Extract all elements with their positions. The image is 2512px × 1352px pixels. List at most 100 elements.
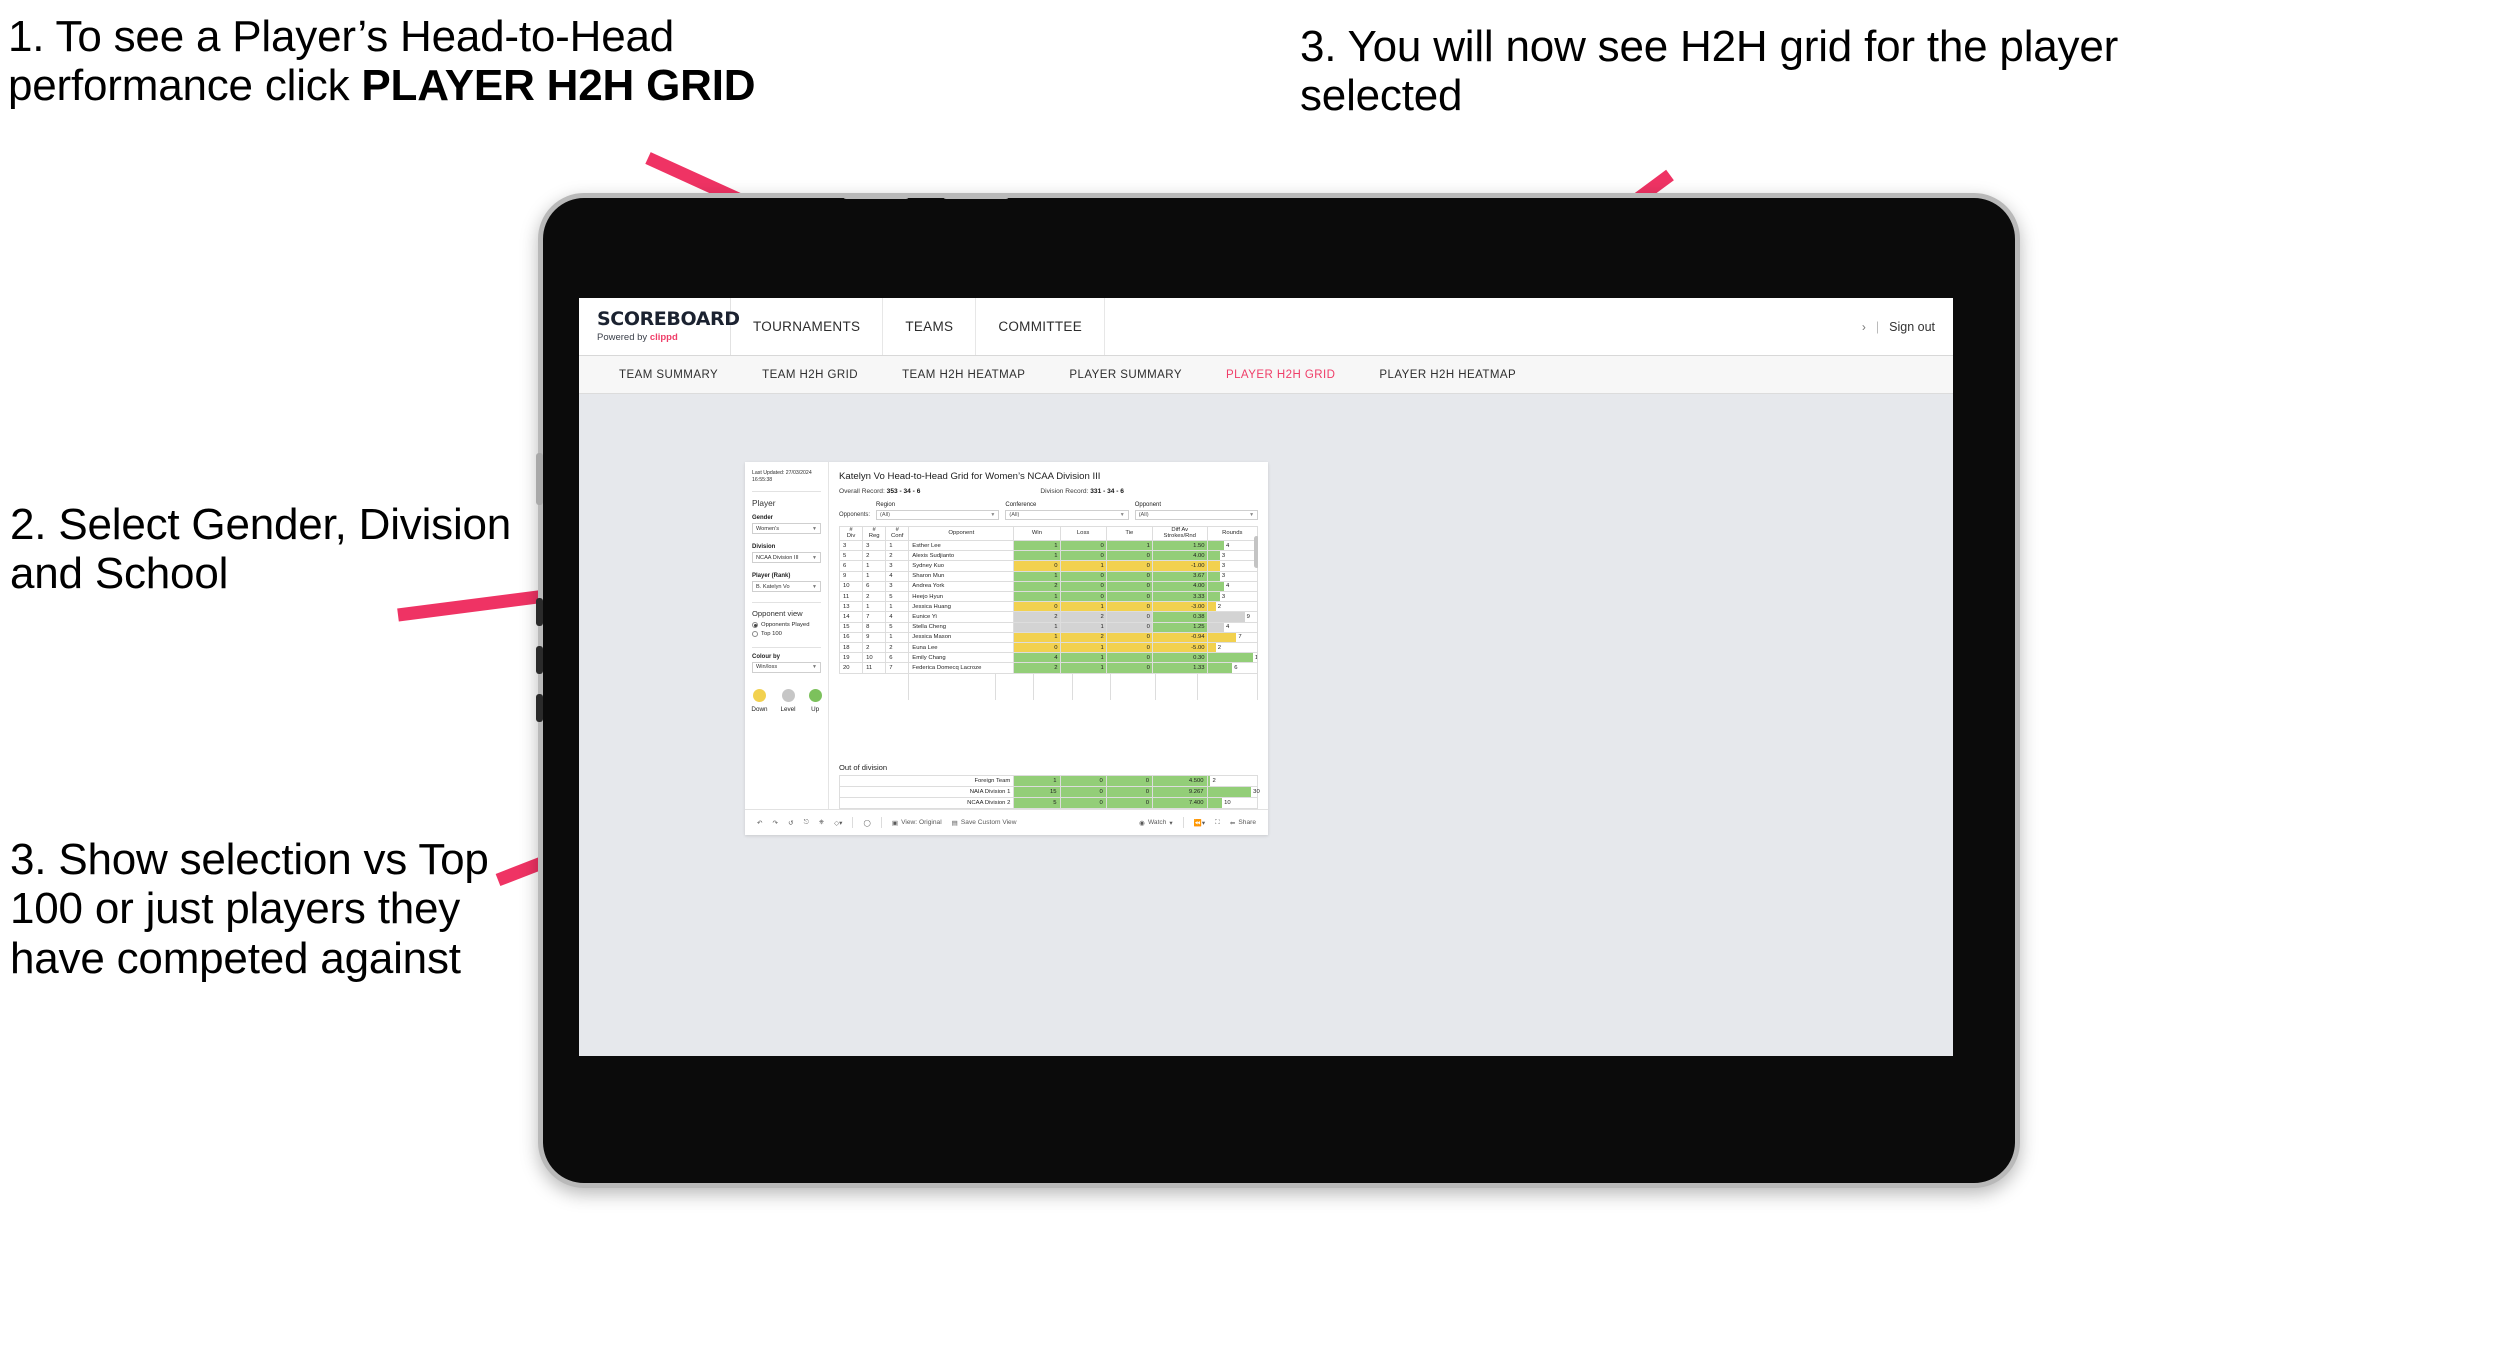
cell-reg: 9	[862, 631, 887, 643]
conference-filter-dropdown[interactable]: (All) ▼	[1005, 509, 1129, 520]
device-volume-down-button	[536, 646, 543, 674]
cell-conf: 2	[885, 550, 910, 562]
cell-win: 0	[1013, 601, 1061, 613]
table-vertical-scrollbar[interactable]	[1254, 535, 1258, 568]
save-custom-view-button[interactable]: ▤ Save Custom View	[952, 819, 1017, 827]
cell-div: 5	[839, 550, 864, 562]
chevron-right-icon[interactable]: ›	[1862, 320, 1866, 334]
cell-rounds: 9	[1206, 611, 1258, 623]
tab-team-h2h-grid[interactable]: TEAM H2H GRID	[740, 356, 880, 393]
radio-top-100[interactable]: Top 100	[752, 630, 821, 637]
rounds-value: 3	[1221, 573, 1226, 580]
toolbar-separator-2	[880, 817, 882, 828]
radio-opponents-played[interactable]: Opponents Played	[752, 622, 821, 629]
grid-pane: Katelyn Vo Head-to-Head Grid for Women’s…	[829, 462, 1268, 809]
table-row[interactable]: 13 1 1 Jessica Huang 0 1 0 -3.00 2	[839, 601, 1258, 613]
brand-tagline: Powered by clippd	[597, 332, 730, 343]
cell-div: 6	[839, 560, 864, 572]
download-icon[interactable]: ⏪▾	[1194, 819, 1206, 827]
watch-icon: ◉	[1139, 819, 1145, 827]
cell-rounds: 3	[1206, 550, 1258, 562]
empty-col-5	[1156, 673, 1198, 700]
cell-tie: 0	[1105, 621, 1153, 633]
app-header: SCOREBOARD Powered by clippd TOURNAMENTS…	[579, 298, 1953, 356]
cell-diff: 3.67	[1151, 570, 1208, 582]
out-of-division-row[interactable]: Foreign Team 1 0 0 4.500 2	[838, 775, 1259, 787]
view-original-button[interactable]: ▣ View: Original	[892, 819, 942, 827]
out-of-division-table-body: Foreign Team 1 0 0 4.500 2 NAIA Division 1 15 0 0…	[838, 775, 1260, 809]
table-row[interactable]: 19106Emily Chang4100.3011	[839, 652, 1258, 664]
brand-logo[interactable]: SCOREBOARD Powered by clippd	[579, 298, 740, 355]
cell-div: 3	[839, 540, 864, 552]
opponent-filters: Opponents: Region (All) ▼ Conference (Al…	[839, 502, 1259, 520]
primary-nav: TOURNAMENTS TEAMS COMMITTEE	[731, 298, 1106, 355]
h2h-col-header-8: Rounds	[1206, 525, 1258, 542]
cell-rounds: 3	[1206, 570, 1258, 582]
cell-diff: 0.30	[1151, 652, 1208, 664]
table-row[interactable]: 6 1 3 Sydney Kuo 0 1 0 -1.00 3	[839, 560, 1258, 572]
revert-icon[interactable]: ↺	[788, 819, 794, 827]
table-row[interactable]: 20 11 7 Federica Domecq Lacroze 2 1 0 1.33 6	[839, 662, 1258, 674]
empty-col-0	[909, 673, 997, 700]
ood-cell-diff: 4.500	[1151, 775, 1208, 787]
colour-by-dropdown[interactable]: Win/loss ▼	[752, 661, 821, 673]
table-row[interactable]: 10 6 3 Andrea York 2 0 0 4.00 4	[839, 580, 1258, 593]
cell-tie: 0	[1105, 590, 1153, 603]
rounds-bar	[1207, 798, 1223, 808]
cell-tie: 0	[1105, 652, 1153, 664]
tab-player-summary[interactable]: PLAYER SUMMARY	[1047, 356, 1204, 393]
table-row[interactable]: 18 2 2 Euna Lee 0 1 0 -5.00 2	[839, 641, 1258, 654]
nav-item-tournaments[interactable]: TOURNAMENTS	[731, 298, 884, 355]
gender-dropdown[interactable]: Women's ▼	[752, 523, 821, 535]
table-row[interactable]: 16 9 1 Jessica Mason 1 2 0 -0.94 7	[839, 631, 1258, 643]
share-button[interactable]: ⇚ Share	[1230, 819, 1256, 827]
h2h-table-wrapper: # Div # Reg # Conf Opponent Win Loss Tie Diff Av St…	[839, 525, 1258, 757]
share-icon: ⇚	[1229, 819, 1236, 827]
ood-cell-tie: 0	[1105, 797, 1153, 809]
tab-player-h2h-grid[interactable]: PLAYER H2H GRID	[1204, 356, 1357, 393]
cell-diff: 1.33	[1151, 662, 1208, 674]
device-top-button-a	[843, 193, 909, 199]
redo-icon[interactable]: ↷	[773, 819, 779, 827]
tab-team-h2h-heatmap[interactable]: TEAM H2H HEATMAP	[880, 356, 1047, 393]
chevron-down-icon: ▼	[1249, 511, 1255, 518]
annotation-1-bold: PLAYER H2H GRID	[361, 61, 756, 111]
overall-record-value: 353 - 34 - 6	[886, 488, 921, 495]
table-row[interactable]: 15 8 5 Stella Cheng 1 1 0 1.25 4	[839, 621, 1258, 633]
cell-diff: 4.00	[1151, 550, 1208, 562]
opponent-filter-dropdown[interactable]: (All) ▼	[1134, 509, 1259, 520]
cell-loss: 1	[1059, 560, 1107, 572]
nav-item-teams[interactable]: TEAMS	[883, 298, 977, 355]
conference-filter-label: Conference	[1005, 502, 1037, 508]
refresh-icon[interactable]: ⎋	[804, 819, 809, 827]
watch-button[interactable]: ◉ Watch ▾	[1139, 819, 1173, 827]
highlight-icon[interactable]: ◇▾	[834, 819, 842, 827]
region-filter-dropdown[interactable]: (All) ▼	[876, 509, 1000, 520]
records-row: Overall Record: 353 - 34 - 6 Division Re…	[839, 488, 1258, 495]
table-row[interactable]: 3 3 1 Esther Lee 1 0 1 1.50 4	[839, 540, 1258, 552]
tab-player-h2h-heatmap[interactable]: PLAYER H2H HEATMAP	[1357, 356, 1538, 393]
table-row[interactable]: 14 7 4 Eunice Yi 2 2 0 0.38 9	[839, 611, 1258, 623]
page-title: Katelyn Vo Head-to-Head Grid for Women’s…	[839, 471, 1101, 482]
tablet-device-frame: SCOREBOARD Powered by clippd TOURNAMENTS…	[536, 193, 2020, 1188]
tab-team-summary[interactable]: TEAM SUMMARY	[597, 356, 740, 393]
legend-swatch-down	[752, 688, 766, 702]
division-dropdown[interactable]: NCAA Division III ▼	[752, 552, 821, 564]
radio-on-icon	[752, 622, 758, 629]
dashboard-canvas: Last Updated: 27/03/2024 16:55:38 Player…	[579, 394, 1953, 1056]
out-of-division-row[interactable]: NCAA Division 2 5 0 0 7.400 10	[838, 797, 1259, 809]
table-row[interactable]: 5 2 2 Alexis Sudjianto 1 0 0 4.00 3	[839, 550, 1258, 562]
cell-reg: 2	[862, 641, 887, 654]
table-row[interactable]: 11 2 5 Heejo Hyun 1 0 0 3.33 3	[839, 590, 1258, 603]
sign-out-link[interactable]: Sign out	[1889, 320, 1935, 334]
fullscreen-icon[interactable]: ⛶	[1215, 819, 1220, 827]
out-of-division-row[interactable]: NAIA Division 1 15 0 0 9.267 30	[838, 786, 1260, 798]
table-row[interactable]: 9 1 4 Sharon Mun 1 0 0 3.67 3	[839, 570, 1258, 582]
slide-canvas: 1. To see a Player’s Head-to-Head perfor…	[0, 0, 2512, 1352]
player-rank-dropdown[interactable]: B. Katelyn Vo ▼	[752, 581, 821, 593]
undo-icon[interactable]: ↶	[757, 819, 763, 827]
cell-div: 11	[839, 590, 864, 603]
nav-item-committee[interactable]: COMMITTEE	[976, 298, 1106, 355]
clock-icon[interactable]: ◯	[863, 819, 870, 827]
pause-icon[interactable]: ⎈	[819, 819, 824, 827]
